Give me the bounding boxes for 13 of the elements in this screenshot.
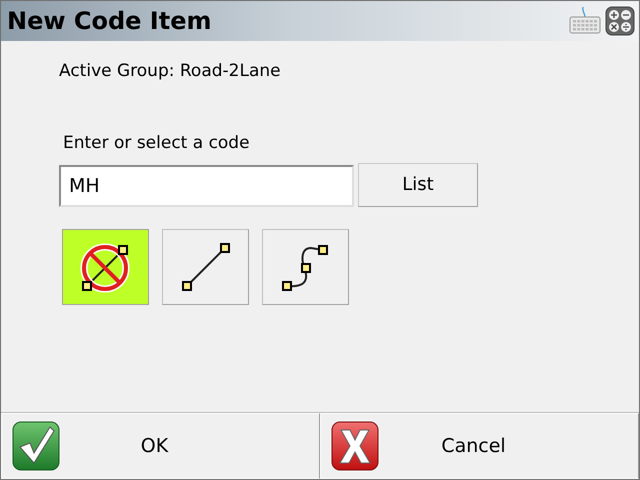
point-type-button[interactable]: [62, 229, 149, 305]
list-button[interactable]: List: [358, 162, 478, 206]
curve-type-button[interactable]: [262, 229, 349, 305]
window-title: New Code Item: [7, 7, 212, 35]
ok-button[interactable]: OK: [1, 413, 320, 479]
code-input-field[interactable]: MH: [59, 165, 354, 207]
cancel-button[interactable]: Cancel: [320, 413, 639, 479]
active-group-label: Active Group: Road-2Lane: [59, 61, 281, 81]
line-type-button[interactable]: [162, 229, 249, 305]
code-prompt: Enter or select a code: [63, 133, 250, 153]
x-icon: [331, 421, 379, 471]
checkmark-icon: [12, 421, 60, 471]
calculator-icon[interactable]: [605, 6, 635, 36]
